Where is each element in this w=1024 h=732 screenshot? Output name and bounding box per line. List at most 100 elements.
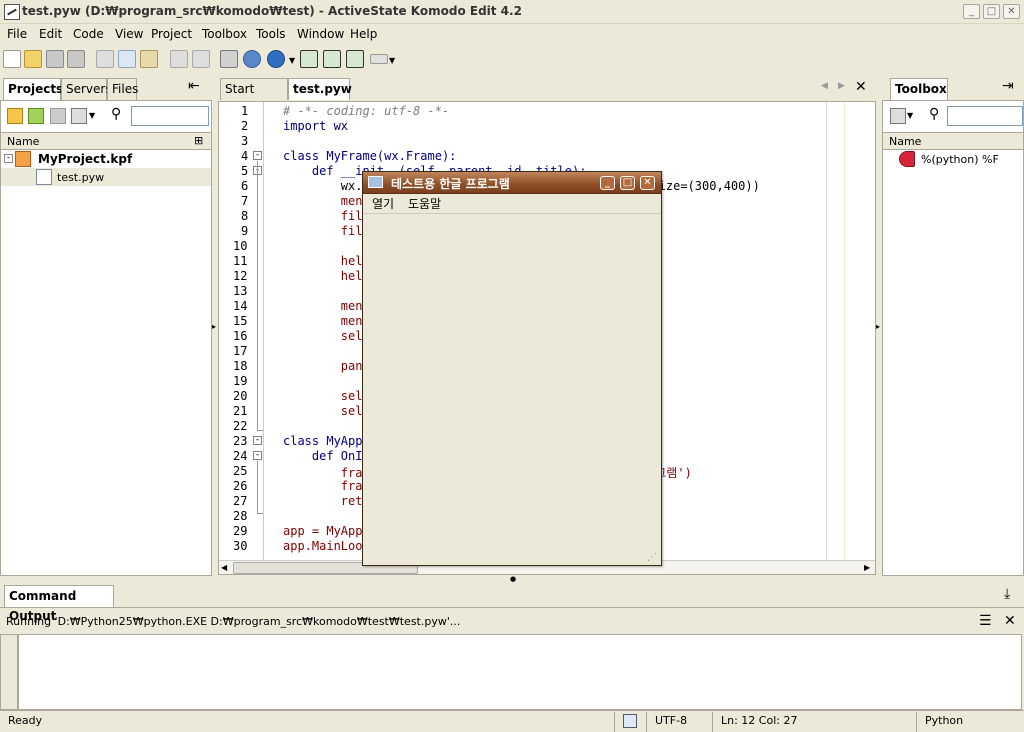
open-project-icon[interactable]	[28, 108, 44, 124]
toggle-left-pane-icon[interactable]	[300, 50, 318, 68]
status-encoding[interactable]: UTF-8	[646, 712, 710, 732]
pin-pane-icon[interactable]: ⇥	[1002, 78, 1014, 94]
download-icon[interactable]: ⤓	[1004, 586, 1010, 602]
scroll-left-icon[interactable]: ◀	[221, 563, 227, 572]
close-output-icon[interactable]: ✕	[1004, 613, 1016, 629]
code-line[interactable]: self	[283, 329, 370, 343]
toggle-right-pane-icon[interactable]	[346, 50, 364, 68]
dropdown-arrow-icon[interactable]: ▼	[89, 111, 95, 120]
selected-file-row[interactable]	[1, 168, 211, 186]
save-project-icon[interactable]	[50, 108, 66, 124]
vertical-scroll-area[interactable]	[844, 102, 875, 560]
code-line[interactable]: class MyFrame(wx.Frame):	[283, 149, 456, 163]
fold-marker-icon[interactable]: -	[253, 436, 262, 445]
close-button[interactable]: ✕	[1003, 4, 1020, 19]
redo-icon[interactable]	[192, 50, 210, 68]
popup-title-bar[interactable]: 테스트용 한글 프로그램 _ □ ✕	[363, 172, 661, 194]
tab-nav-left-icon[interactable]: ◀	[821, 81, 828, 91]
code-line[interactable]: help	[283, 269, 370, 283]
code-line[interactable]: # -*- coding: utf-8 -*-	[283, 104, 449, 118]
new-project-icon[interactable]	[7, 108, 23, 124]
code-line[interactable]: def OnIn	[283, 449, 370, 463]
popup-menu-open[interactable]: 열기	[372, 195, 394, 212]
print-icon[interactable]	[220, 50, 238, 68]
tab-test-pyw[interactable]: test.pyw	[288, 78, 352, 100]
toolbox-filter-input[interactable]	[947, 106, 1023, 126]
keyboard-icon[interactable]	[370, 54, 388, 64]
copy-icon[interactable]	[118, 50, 136, 68]
code-line[interactable]: app = MyApp	[283, 524, 362, 538]
menu-view[interactable]: View	[115, 27, 143, 41]
fold-line-end	[257, 430, 263, 431]
code-line[interactable]: self	[283, 389, 370, 403]
close-tab-icon[interactable]: ✕	[855, 79, 867, 95]
dropdown-arrow-icon[interactable]: ▼	[907, 111, 913, 120]
splitter-grip-icon[interactable]: ▸	[876, 322, 880, 331]
fold-marker-icon[interactable]: -	[253, 151, 262, 160]
code-line[interactable]: import wx	[283, 119, 348, 133]
code-line[interactable]: pane	[283, 359, 370, 373]
undo-icon[interactable]	[170, 50, 188, 68]
menu-edit[interactable]: Edit	[39, 27, 62, 41]
status-check-icon[interactable]	[614, 712, 646, 732]
code-line[interactable]: menu	[283, 299, 370, 313]
maximize-button[interactable]: □	[983, 4, 1000, 19]
dropdown-arrow-icon[interactable]: ▼	[289, 56, 295, 65]
project-name[interactable]: MyProject.kpf	[38, 152, 132, 166]
add-tool-icon[interactable]	[890, 108, 906, 124]
popup-menu-help[interactable]: 도움말	[408, 195, 441, 212]
browser-preview-icon[interactable]	[267, 50, 285, 68]
code-line[interactable]: file	[283, 224, 370, 238]
tab-toolbox[interactable]: Toolbox	[890, 78, 948, 100]
code-line[interactable]: menu	[283, 194, 370, 208]
scroll-right-icon[interactable]: ▶	[864, 563, 870, 572]
column-picker-icon[interactable]: ⊞	[194, 134, 203, 147]
list-icon[interactable]: ☰	[979, 613, 992, 629]
tab-nav-right-icon[interactable]: ▶	[838, 81, 845, 91]
tab-start-page[interactable]: Start Page	[220, 78, 288, 116]
collapse-pane-icon[interactable]: ⇤	[188, 78, 200, 94]
menu-file[interactable]: File	[7, 27, 27, 41]
tab-files[interactable]: Files	[107, 78, 138, 100]
popup-close-button[interactable]: ✕	[640, 176, 655, 190]
menu-window[interactable]: Window	[297, 27, 344, 41]
code-line[interactable]: retu	[283, 494, 370, 508]
toolbox-item[interactable]: %(python) %F	[921, 153, 999, 166]
dropdown-arrow-icon[interactable]: ▼	[389, 56, 395, 65]
save-all-icon[interactable]	[67, 50, 85, 68]
menu-tools[interactable]: Tools	[256, 27, 286, 41]
code-line[interactable]: self	[283, 404, 370, 418]
code-line[interactable]: menu	[283, 314, 370, 328]
menu-toolbox[interactable]: Toolbox	[202, 27, 247, 41]
project-filter-input[interactable]	[131, 106, 209, 126]
tab-servers[interactable]: Servers	[61, 78, 112, 100]
toggle-bottom-pane-icon[interactable]	[323, 50, 341, 68]
code-line[interactable]: fram	[283, 479, 370, 493]
help-icon[interactable]	[243, 50, 261, 68]
resize-grip-icon[interactable]: ⋰	[647, 552, 657, 563]
splitter-grip-icon[interactable]: ▸	[212, 322, 216, 331]
menu-help[interactable]: Help	[350, 27, 377, 41]
code-line[interactable]: app.MainLoop	[283, 539, 370, 553]
project-file[interactable]: test.pyw	[57, 171, 104, 184]
output-area[interactable]	[18, 634, 1022, 710]
save-icon[interactable]	[46, 50, 64, 68]
minimize-button[interactable]: _	[963, 4, 980, 19]
add-item-icon[interactable]	[71, 108, 87, 124]
code-line[interactable]: class MyApp	[283, 434, 362, 448]
tab-projects[interactable]: Projects	[3, 78, 63, 100]
open-folder-icon[interactable]	[24, 50, 42, 68]
code-line[interactable]: help	[283, 254, 370, 268]
cut-icon[interactable]	[96, 50, 114, 68]
popup-minimize-button[interactable]: _	[600, 176, 615, 190]
paste-icon[interactable]	[140, 50, 158, 68]
menu-code[interactable]: Code	[73, 27, 104, 41]
tree-collapse-icon[interactable]: -	[4, 154, 13, 163]
popup-maximize-button[interactable]: □	[620, 176, 635, 190]
menu-project[interactable]: Project	[151, 27, 192, 41]
fold-marker-icon[interactable]: -	[253, 451, 262, 460]
new-file-icon[interactable]	[3, 50, 21, 68]
code-line[interactable]: file	[283, 209, 370, 223]
tab-command-output[interactable]: Command Output	[4, 585, 114, 623]
status-language[interactable]: Python	[916, 712, 1024, 732]
